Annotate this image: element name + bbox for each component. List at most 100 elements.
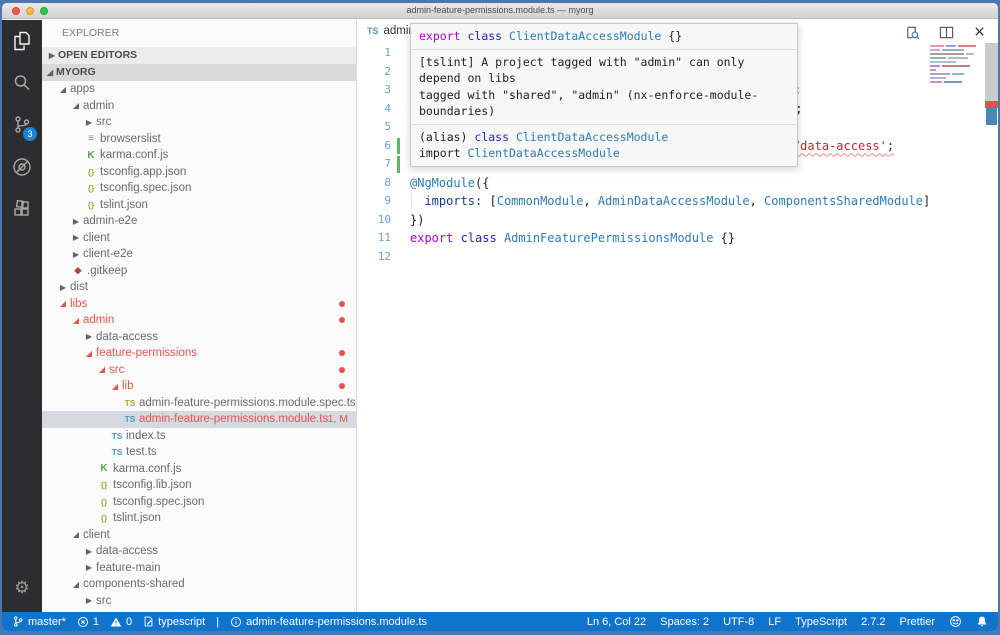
chevron-down-icon: ◢ (70, 580, 82, 589)
tree-item-client-e2e[interactable]: ▶client-e2e (42, 246, 356, 263)
status-spaces-2[interactable]: Spaces: 2 (660, 616, 709, 628)
chevron-right-icon: ▶ (83, 596, 95, 605)
tree-item-libs[interactable]: ◢libs (42, 296, 356, 313)
debug-icon[interactable] (2, 146, 42, 188)
status-file-edit[interactable]: typescript (143, 615, 205, 628)
tree-item-tsconfig-lib-json[interactable]: {}tsconfig.lib.json (42, 477, 356, 494)
status-text: | (216, 616, 219, 628)
status-text: 0 (126, 616, 132, 628)
code-line-12[interactable]: 12 (357, 248, 998, 267)
tree-item-label: client (82, 529, 110, 541)
traffic-lights (12, 7, 48, 15)
tree-item-label: test.ts (125, 446, 157, 458)
tree-item-tslint-json[interactable]: {}tslint.json (42, 510, 356, 527)
tree-item-admin[interactable]: ◢admin (42, 312, 356, 329)
status-prettier[interactable]: Prettier (900, 616, 935, 628)
tree-item-tslint-json[interactable]: {}tslint.json (42, 197, 356, 214)
status-branch[interactable]: master* (12, 615, 66, 628)
workspace-root-section[interactable]: ◢ MYORG (42, 64, 356, 81)
tree-item-dist[interactable]: ▶dist (42, 279, 356, 296)
minimize-window-button[interactable] (26, 7, 34, 15)
tree-item-label: src (95, 595, 111, 607)
tree-item-admin-e2e[interactable]: ▶admin-e2e (42, 213, 356, 230)
search-icon[interactable] (2, 62, 42, 104)
tree-item-label: components-shared (82, 578, 185, 590)
tree-item-lib[interactable]: ◢lib (42, 378, 356, 395)
status-info[interactable]: admin-feature-permissions.module.ts (230, 616, 427, 628)
tree-item-src[interactable]: ▶src (42, 593, 356, 610)
split-editor-icon[interactable] (939, 25, 954, 39)
status-ln-6-col-22[interactable]: Ln 6, Col 22 (587, 616, 646, 628)
tree-item-label: src (108, 364, 124, 376)
tree-item-client[interactable]: ◢client (42, 527, 356, 544)
tree-item-tsconfig-spec-json[interactable]: {}tsconfig.spec.json (42, 494, 356, 511)
extensions-icon[interactable] (2, 188, 42, 230)
tree-item-tsconfig-spec-json[interactable]: {}tsconfig.spec.json (42, 180, 356, 197)
bell-icon[interactable] (976, 615, 988, 628)
status-typescript[interactable]: TypeScript (795, 616, 847, 628)
tree-item-admin-feature-permissions-module-spec-ts[interactable]: TSadmin-feature-permissions.module.spec.… (42, 395, 356, 412)
overview-error-marker (985, 101, 998, 108)
status-error[interactable]: 1 (77, 616, 99, 628)
tree-item--gitkeep[interactable]: ◆.gitkeep (42, 263, 356, 280)
tree-item-browserslist[interactable]: ≡browserslist (42, 131, 356, 148)
ts-blue-file-icon: TS (122, 414, 138, 424)
tree-item-data-access[interactable]: ▶data-access (42, 329, 356, 346)
chevron-down-icon: ◢ (96, 365, 108, 374)
karma-file-icon: K (83, 150, 99, 161)
tree-item-label: src (95, 116, 111, 128)
smiley-icon[interactable] (949, 615, 962, 628)
code-line-8[interactable]: 8@NgModule({ (357, 174, 998, 193)
tree-item-test-ts[interactable]: TStest.ts (42, 444, 356, 461)
explorer-title: EXPLORER (42, 20, 356, 47)
ts-blue-file-icon: TS (109, 431, 125, 441)
status-utf-8[interactable]: UTF-8 (723, 616, 754, 628)
zoom-window-button[interactable] (40, 7, 48, 15)
chevron-down-icon: ◢ (70, 101, 82, 110)
chevron-right-icon: ▶ (70, 217, 82, 226)
status-text: admin-feature-permissions.module.ts (246, 616, 427, 628)
tree-item-src[interactable]: ◢src (42, 362, 356, 379)
explorer-icon[interactable] (2, 20, 42, 62)
status-lf[interactable]: LF (768, 616, 781, 628)
overview-ruler[interactable] (985, 43, 998, 101)
status-2-7-2[interactable]: 2.7.2 (861, 616, 885, 628)
tree-item-admin[interactable]: ◢admin (42, 98, 356, 115)
tree-item-components-shared[interactable]: ◢components-shared (42, 576, 356, 593)
chevron-right-icon: ▶ (83, 332, 95, 341)
code-line-11[interactable]: 11export class AdminFeaturePermissionsMo… (357, 229, 998, 248)
source-control-icon[interactable]: 3 (2, 104, 42, 146)
code-line-10[interactable]: 10}) (357, 211, 998, 230)
hover-signature: export class ClientDataAccessModule {} (411, 24, 797, 49)
minimap[interactable] (930, 45, 982, 85)
settings-gear-icon[interactable]: ⚙ (14, 568, 29, 608)
open-preview-icon[interactable] (905, 25, 920, 39)
tree-item-karma-conf-js[interactable]: Kkarma.conf.js (42, 147, 356, 164)
tree-item-src[interactable]: ▶src (42, 114, 356, 131)
tree-item-label: data-access (95, 545, 158, 557)
tree-item-index-ts[interactable]: TSindex.ts (42, 428, 356, 445)
status-warning[interactable]: 0 (110, 616, 132, 628)
json-file-icon: {} (83, 167, 99, 177)
tree-item-feature-main[interactable]: ▶feature-main (42, 560, 356, 577)
tree-item-data-access[interactable]: ▶data-access (42, 543, 356, 560)
titlebar[interactable]: admin-feature-permissions.module.ts — my… (2, 3, 998, 19)
git-file-icon: ◆ (70, 265, 86, 276)
tree-item-label: lib (121, 380, 134, 392)
tree-item-label: data-access (95, 331, 158, 343)
chevron-down-icon: ◢ (57, 299, 69, 308)
file-edit-icon (143, 615, 154, 628)
code-line-9[interactable]: 9 imports: [CommonModule, AdminDataAcces… (357, 192, 998, 211)
git-status-badge: 1, M (328, 413, 348, 425)
problem-dot-badge (339, 301, 345, 307)
tree-item-client[interactable]: ▶client (42, 230, 356, 247)
tree-item-apps[interactable]: ◢apps (42, 81, 356, 98)
close-window-button[interactable] (12, 7, 20, 15)
close-editor-icon[interactable] (973, 25, 986, 39)
tree-item-karma-conf-js[interactable]: Kkarma.conf.js (42, 461, 356, 478)
open-editors-section[interactable]: ▶ OPEN EDITORS (42, 47, 356, 64)
tree-item-admin-feature-permissions-module-ts[interactable]: TSadmin-feature-permissions.module.ts1, … (42, 411, 356, 428)
tree-item-label: admin-feature-permissions.module.spec.ts (138, 397, 356, 409)
tree-item-tsconfig-app-json[interactable]: {}tsconfig.app.json (42, 164, 356, 181)
tree-item-feature-permissions[interactable]: ◢feature-permissions (42, 345, 356, 362)
